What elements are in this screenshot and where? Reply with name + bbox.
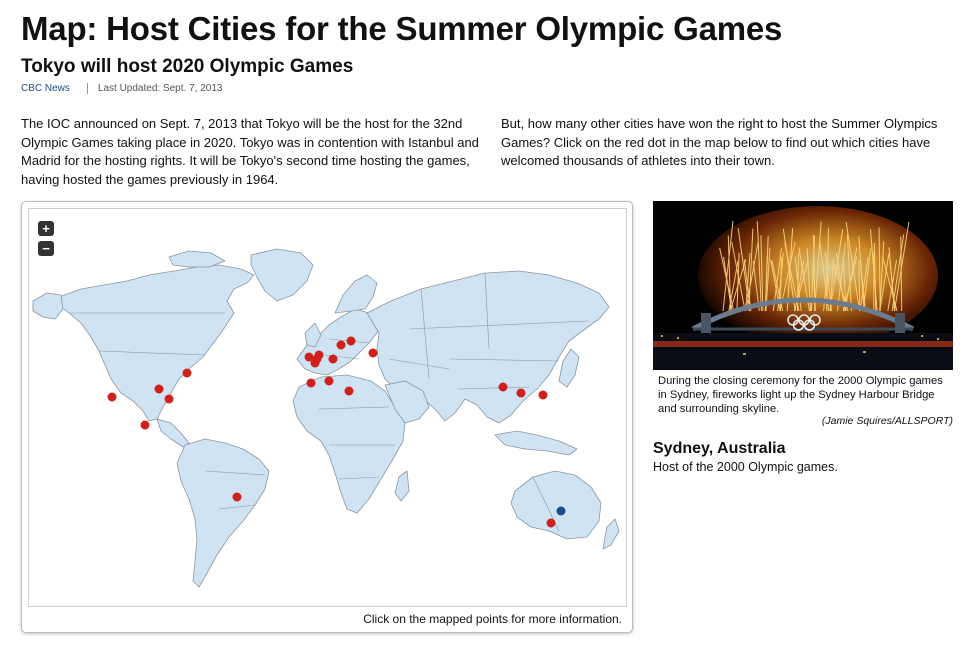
indonesia-shape xyxy=(494,430,578,456)
marker-antwerp[interactable] xyxy=(310,358,320,368)
selected-city-name: Sydney, Australia xyxy=(653,440,786,457)
photo-credit: (Jamie Squires/ALLSPORT) xyxy=(821,415,953,427)
new-zealand-shape xyxy=(602,518,620,550)
page-subtitle: Tokyo will host 2020 Olympic Games xyxy=(21,56,354,77)
marker-st-louis[interactable] xyxy=(154,384,164,394)
africa-shape xyxy=(292,374,406,514)
intro-paragraph-right: But, how many other cities have won the … xyxy=(501,116,938,168)
byline-divider xyxy=(86,83,88,94)
south-america-shape xyxy=(176,438,270,588)
marker-rio[interactable] xyxy=(232,492,242,502)
marker-melbourne[interactable] xyxy=(546,518,556,528)
marker-atlanta[interactable] xyxy=(164,394,174,404)
photo-caption: During the closing ceremony for the 2000… xyxy=(658,375,943,415)
world-map[interactable]: + − xyxy=(28,208,627,607)
alaska-shape xyxy=(32,292,64,320)
marker-athens[interactable] xyxy=(344,386,354,396)
marker-barcelona[interactable] xyxy=(306,378,316,388)
sydney-harbour-fireworks-photo-icon xyxy=(653,201,953,370)
marker-sydney-selected[interactable] xyxy=(556,506,566,516)
zoom-in-button[interactable]: + xyxy=(38,221,54,236)
madagascar-shape xyxy=(394,470,410,502)
marker-montreal[interactable] xyxy=(182,368,192,378)
world-map-svg xyxy=(32,248,620,588)
marker-rome[interactable] xyxy=(324,376,334,386)
map-instruction: Click on the mapped points for more info… xyxy=(363,612,622,626)
japan-shape xyxy=(558,348,580,388)
source-label: CBC News xyxy=(21,83,70,94)
marker-stockholm[interactable] xyxy=(336,340,346,350)
arctic-islands-shape xyxy=(168,250,226,268)
marker-seoul[interactable] xyxy=(516,388,526,398)
map-panel: + − Click on the mapped points for more … xyxy=(21,201,633,633)
australia-shape xyxy=(510,470,602,540)
central-america-shape xyxy=(156,418,190,448)
marker-berlin[interactable] xyxy=(328,354,338,364)
greenland-shape xyxy=(250,248,314,302)
intro-paragraph-left: The IOC announced on Sept. 7, 2013 that … xyxy=(21,116,479,187)
marker-los-angeles[interactable] xyxy=(107,392,117,402)
selected-city-host-text: Host of the 2000 Olympic games. xyxy=(653,460,838,474)
scandinavia-shape xyxy=(334,274,378,314)
marker-amsterdam[interactable] xyxy=(314,350,324,360)
page-title: Map: Host Cities for the Summer Olympic … xyxy=(21,10,783,47)
byline: CBC News Last Updated: Sept. 7, 2013 xyxy=(21,83,222,94)
zoom-out-button[interactable]: − xyxy=(38,241,54,256)
continents xyxy=(32,248,620,588)
north-america-shape xyxy=(58,264,255,422)
marker-moscow[interactable] xyxy=(368,348,378,358)
marker-tokyo[interactable] xyxy=(538,390,548,400)
sydney-fireworks-photo xyxy=(653,201,953,370)
marker-helsinki[interactable] xyxy=(346,336,356,346)
marker-mexico-city[interactable] xyxy=(140,420,150,430)
last-updated: Last Updated: Sept. 7, 2013 xyxy=(97,83,223,94)
marker-beijing[interactable] xyxy=(498,382,508,392)
